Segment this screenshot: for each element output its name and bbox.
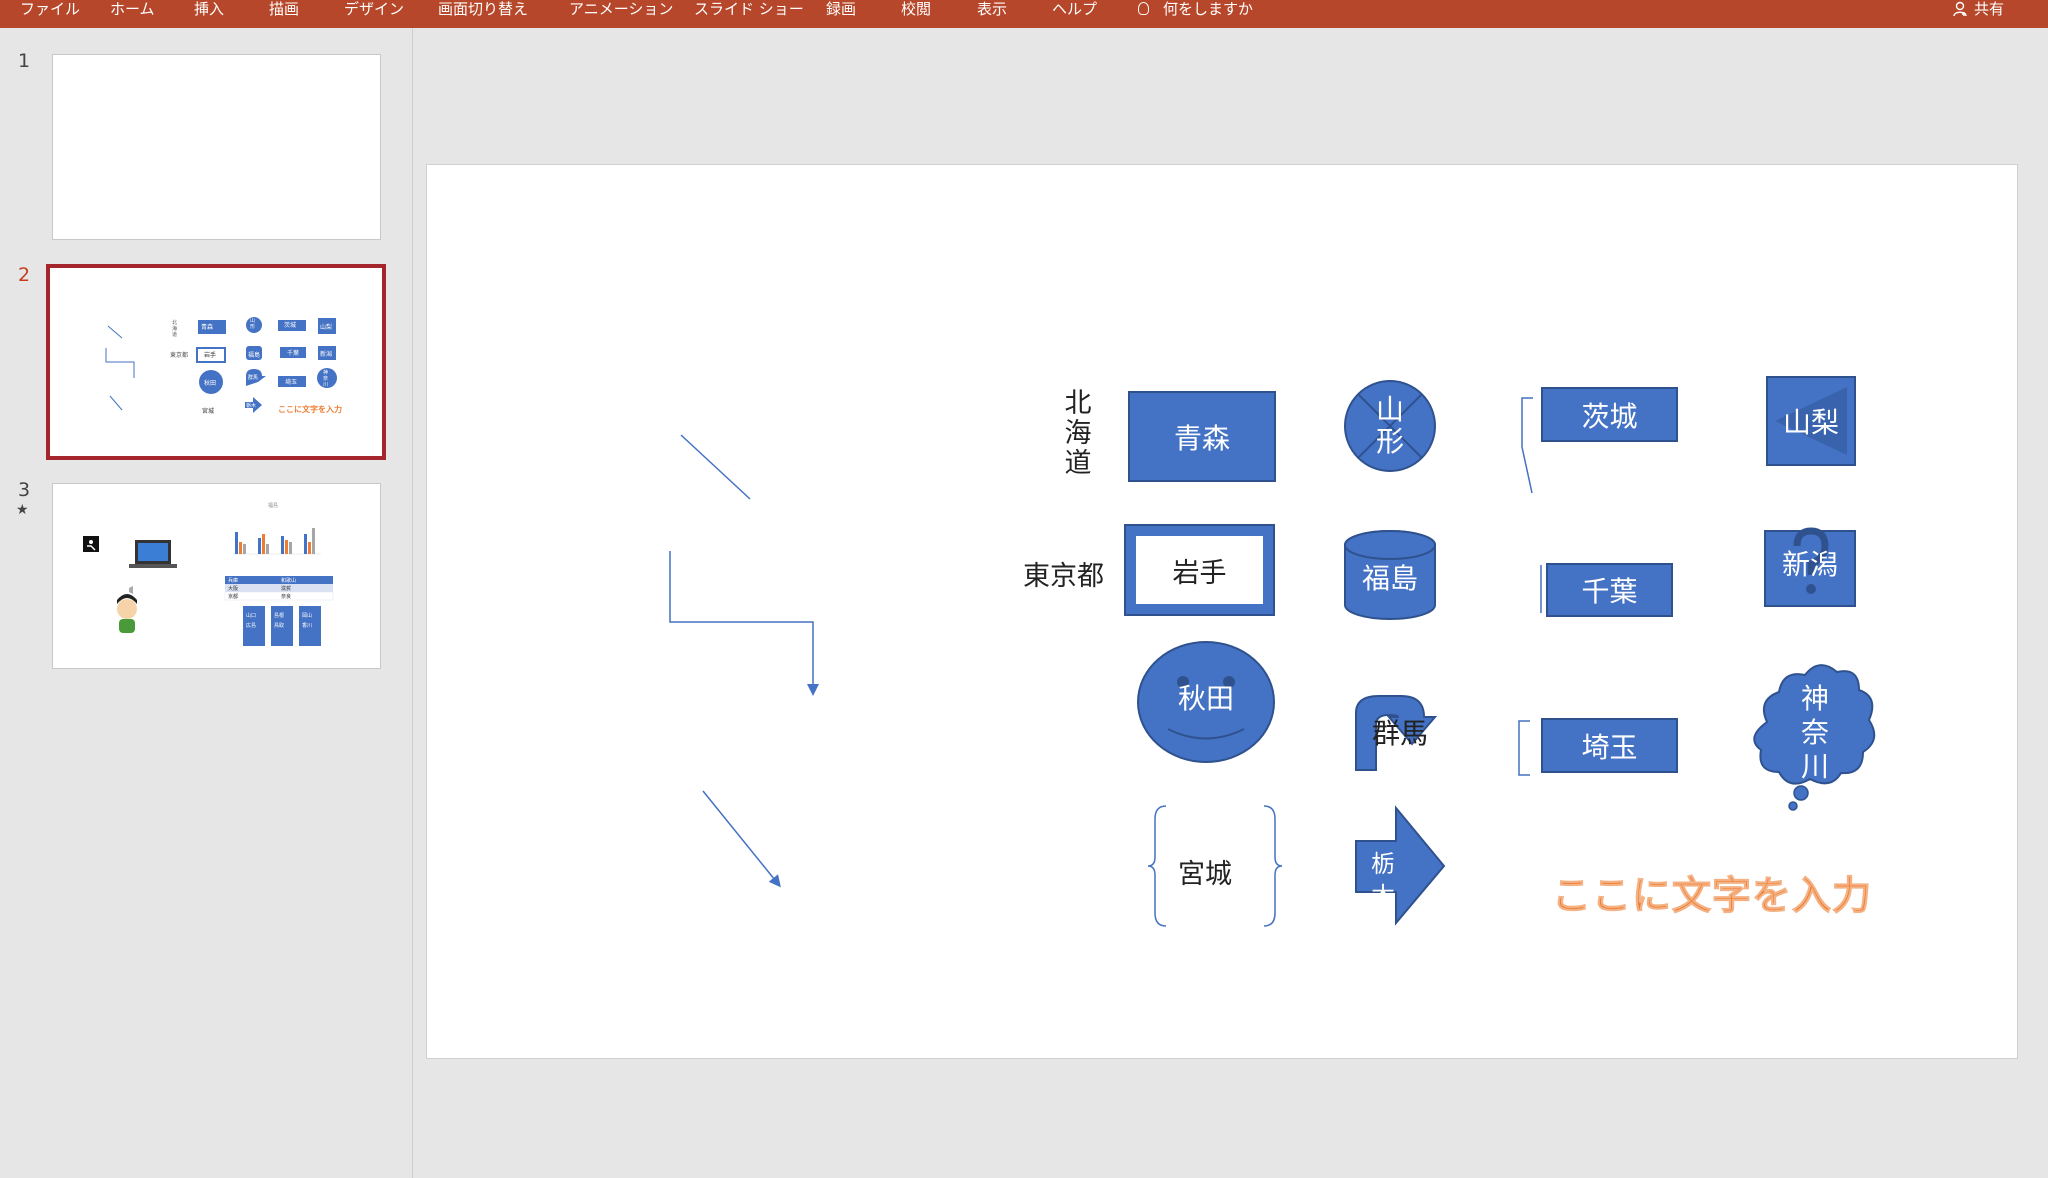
saitama-label: 埼玉 [1581,730,1638,764]
tab-home[interactable]: ホーム [110,0,155,24]
mini-table-header-2: 和歌山 [281,578,297,584]
wordart-text[interactable]: ここに文字を入力 [1551,865,1872,921]
miyagi-left-brace[interactable] [1147,805,1167,927]
gunma-label: 群馬 [1371,717,1428,750]
slide-thumbnail-1[interactable] [52,54,381,240]
mini-list-item: 香川 [302,623,313,629]
mini-list-item: 山口 [246,613,257,619]
mini-list-item: 広島 [246,623,257,629]
fukushima-text: 福島 [1345,553,1435,601]
tab-animations[interactable]: アニメーション [569,0,673,24]
mini-yamagata: 山形 [250,318,256,330]
hokkaido-vertical-text[interactable]: 北海道 [1061,389,1095,479]
tokyo-text[interactable]: 東京都 [1023,554,1104,593]
animation-star-icon: ★ [16,502,29,518]
mini-tokyo: 東京都 [170,352,189,359]
ribbon-tab-bar: ファイル ホーム 挿入 描画 デザイン 画面切り替え アニメーション スライド … [0,0,2048,28]
akita-text: 秋田 [1138,677,1274,717]
mini-table-cell: 奈良 [281,594,292,600]
mini-chiba: 千葉 [287,350,300,357]
mini-list-item: 島根 [274,613,285,619]
miyagi-right-brace[interactable] [1263,805,1283,927]
chiba-rect[interactable]: 千葉 [1546,563,1673,617]
straight-line[interactable] [680,434,751,500]
share-button[interactable]: 共有 [1952,0,2004,24]
kanagawa-label: 神奈川 [1800,682,1829,783]
yamanashi-label: 山梨 [1782,406,1839,439]
mini-saitama: 埼玉 [285,379,298,386]
aomori-label: 青森 [1173,421,1230,455]
mini-list-item: 岡山 [302,613,313,619]
ibaraki-rect[interactable]: 茨城 [1541,387,1678,442]
mini-yamanashi: 山梨 [320,324,333,331]
slide-canvas: 北海道 青森 山形 茨城 山梨 東京都 岩手 福島 千葉 新潟 秋田 群馬 埼玉… [426,164,2018,1059]
saitama-rect[interactable]: 埼玉 [1541,718,1678,773]
tab-review[interactable]: 校閲 [901,0,931,24]
iwate-frame[interactable]: 岩手 [1124,524,1275,616]
tab-insert[interactable]: 挿入 [194,0,224,24]
niigata-label: 新潟 [1781,548,1838,581]
arrow-line[interactable] [702,790,781,888]
tell-me-search[interactable]: 何をしますか [1138,0,1253,24]
slide-thumbnail-3[interactable]: 福島 兵庫 和歌山 大阪 滋賀 京都 奈良 山口 広島 島根 鳥取 岡山 香川 [52,483,381,669]
slide-3-preview [83,514,334,646]
tab-design[interactable]: デザイン [344,0,404,24]
tochigi-label: 栃木 [1371,850,1395,910]
lightbulb-icon [1138,2,1149,15]
mini-table-cell: 大阪 [228,586,239,592]
gunma-text: 群馬 [1365,712,1435,752]
yamagata-text: 山形 [1361,390,1419,462]
yamanashi-text: 山梨 [1767,399,1855,443]
tochigi-text: 栃木 [1363,847,1403,913]
hokkaido-label: 北海道 [1064,388,1092,479]
mini-niigata: 新潟 [320,351,333,358]
kanagawa-text: 神奈川 [1777,682,1853,783]
aomori-rect[interactable]: 青森 [1128,391,1276,482]
tab-draw[interactable]: 描画 [269,0,299,24]
tell-me-label: 何をしますか [1163,0,1254,18]
ibaraki-label: 茨城 [1581,399,1638,433]
mini-kanagawa: 神奈川 [323,370,329,388]
slide-thumbnail-2[interactable]: 北海道 青森 山形 茨城 山梨 東京都 岩手 福島 千葉 新潟 秋田 群馬 埼玉… [46,264,386,460]
tab-help[interactable]: ヘルプ [1052,0,1097,24]
tab-transitions[interactable]: 画面切り替え [438,0,528,24]
akita-label: 秋田 [1177,682,1234,715]
person-icon [1953,1,1967,17]
tab-view[interactable]: 表示 [977,0,1007,24]
slide-thumbnail-pane: 1 2 北海道 青森 山形 茨城 山梨 東京都 岩手 福島 千葉 新潟 秋田 群… [0,28,413,1178]
mini-ibaraki: 茨城 [284,322,297,329]
slide-number-1: 1 [18,50,31,72]
slide-number-3: 3 [18,479,31,501]
mini-hokkaido: 北海道 [172,320,178,338]
iwate-label: 岩手 [1172,557,1227,589]
ibaraki-callout-line[interactable] [1521,397,1533,494]
mini-iwate: 岩手 [204,352,217,359]
mini-miyagi: 宮城 [202,408,215,415]
fukushima-label: 福島 [1361,562,1418,595]
mini-table-cell: 滋賀 [281,586,292,592]
slide-number-2: 2 [18,264,31,286]
mini-list-item: 鳥取 [274,623,285,629]
mini-wordart: ここに文字を入力 [278,405,342,414]
mini-akita: 秋田 [204,380,217,387]
iwate-inner: 岩手 [1136,536,1263,604]
mini-table-header-1: 兵庫 [228,578,239,584]
mini-fukushima: 福島 [248,352,261,359]
share-label: 共有 [1974,0,2005,18]
mini-table-cell: 京都 [228,594,239,600]
tab-record[interactable]: 録画 [826,0,856,24]
miyagi-text: 宮城 [1178,859,1232,890]
slide-2-preview [105,317,337,413]
mini-tochigi: 栃木 [246,403,257,409]
elbow-arrow-connector[interactable] [669,551,819,696]
mini-chart-title: 福島 [268,503,279,509]
tab-slideshow[interactable]: スライド ショー [694,0,804,24]
mini-gunma: 群馬 [248,375,259,381]
tab-file[interactable]: ファイル [20,0,80,24]
niigata-text: 新潟 [1765,543,1855,583]
chiba-label: 千葉 [1581,575,1638,608]
yamagata-label: 山形 [1375,393,1404,458]
saitama-callout-line[interactable] [1518,720,1530,776]
mini-aomori: 青森 [201,324,214,331]
